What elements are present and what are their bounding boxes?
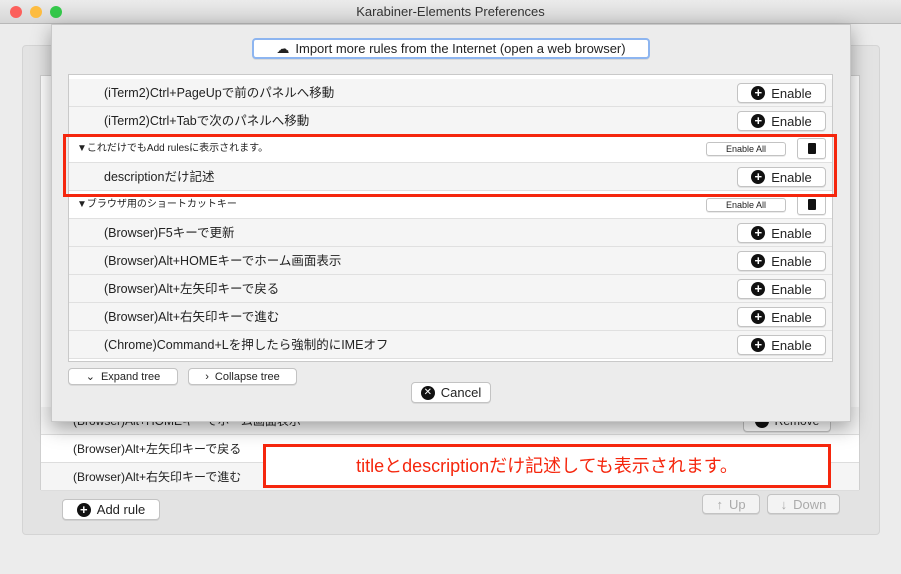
cancel-button[interactable]: ✕ Cancel — [411, 382, 491, 403]
enable-all-button[interactable]: Enable All — [706, 198, 786, 212]
plus-icon: + — [751, 114, 766, 128]
plus-icon: + — [751, 86, 766, 100]
rule-row: (Browser)Alt+左矢印キーで戻る + Enable — [69, 275, 832, 303]
enable-button[interactable]: + Enable — [737, 335, 826, 355]
rule-row: (Browser)Alt+HOMEキーでホーム画面表示 + Enable — [69, 247, 832, 275]
rule-tree: (iTerm2)Ctrl+PageUpで前のパネルへ移動 + Enable (iTer… — [68, 74, 833, 362]
enable-all-label: Enable All — [725, 200, 767, 210]
plus-icon: + — [751, 282, 766, 296]
enable-label: Enable — [771, 337, 812, 353]
enable-label: Enable — [771, 85, 812, 101]
row-label: (Browser)Alt+右矢印キーで進む — [104, 310, 280, 324]
rule-label: (Browser)Alt+右矢印キーで進む — [73, 470, 242, 484]
collapse-label: Collapse tree — [214, 370, 280, 383]
row-label: (iTerm2)Ctrl+Tabで次のパネルへ移動 — [104, 114, 310, 128]
enable-label: Enable — [771, 225, 812, 241]
rule-row: (iTerm2)Ctrl+PageUpで前のパネルへ移動 + Enable — [69, 79, 832, 107]
enable-label: Enable — [771, 253, 812, 269]
enable-label: Enable — [771, 309, 812, 325]
enable-label: Enable — [771, 281, 812, 297]
add-rule-button[interactable]: + Add rule — [62, 499, 160, 520]
annotation-highlight-box — [63, 134, 837, 197]
enable-button[interactable]: + Enable — [737, 279, 826, 299]
down-button[interactable]: ↓ Down — [767, 494, 840, 514]
up-button[interactable]: ↑ Up — [702, 494, 760, 514]
expand-tree-button[interactable]: ⌄ Expand tree — [68, 368, 178, 385]
import-label: Import more rules from the Internet (ope… — [295, 41, 626, 56]
window-title: Karabiner-Elements Preferences — [356, 4, 545, 19]
collapse-tree-button[interactable]: › Collapse tree — [188, 368, 297, 385]
cloud-download-icon: ☁ — [276, 40, 290, 56]
chevron-right-icon: › — [205, 370, 209, 383]
row-label: (Browser)Alt+HOMEキーでホーム画面表示 — [104, 254, 342, 268]
chevron-down-icon: ⌄ — [85, 371, 95, 383]
close-window-button[interactable] — [10, 6, 22, 18]
plus-icon: + — [751, 254, 766, 268]
rule-row: (Browser)Alt+右矢印キーで進む + Enable — [69, 303, 832, 331]
plus-icon: + — [751, 226, 766, 240]
trash-icon — [807, 199, 816, 210]
row-label: (Browser)F5キーで更新 — [104, 226, 235, 240]
annotation-text: titleとdescriptionだけ記述しても表示されます。 — [356, 456, 738, 476]
close-circle-icon: ✕ — [420, 385, 435, 400]
delete-group-button[interactable] — [797, 194, 826, 215]
row-label: (Chrome)Command+Lを押したら強制的にIMEオフ — [104, 338, 389, 352]
arrow-up-icon: ↑ — [716, 496, 723, 512]
enable-label: Enable — [771, 113, 812, 129]
enable-button[interactable]: + Enable — [737, 307, 826, 327]
annotation-callout: titleとdescriptionだけ記述しても表示されます。 — [263, 444, 831, 488]
plus-icon: + — [751, 310, 766, 324]
rule-label: (Browser)Alt+左矢印キーで戻る — [73, 442, 242, 456]
cancel-label: Cancel — [440, 385, 482, 400]
enable-button[interactable]: + Enable — [737, 223, 826, 243]
add-rule-label: Add rule — [96, 502, 146, 517]
row-label: (Browser)Alt+左矢印キーで戻る — [104, 282, 280, 296]
down-label: Down — [793, 496, 827, 512]
enable-button[interactable]: + Enable — [737, 83, 826, 103]
enable-button[interactable]: + Enable — [737, 251, 826, 271]
enable-button[interactable]: + Enable — [737, 111, 826, 131]
zoom-window-button[interactable] — [50, 6, 62, 18]
rule-row: (Browser)F5キーで更新 + Enable — [69, 219, 832, 247]
rule-row: (Chrome)Command+Lを押したら強制的にIMEオフ + Enable — [69, 331, 832, 359]
up-label: Up — [728, 496, 746, 512]
expand-label: Expand tree — [100, 370, 161, 383]
row-label: (iTerm2)Ctrl+PageUpで前のパネルへ移動 — [104, 86, 335, 100]
arrow-down-icon: ↓ — [780, 496, 788, 512]
plus-icon: + — [751, 338, 766, 352]
minimize-window-button[interactable] — [30, 6, 42, 18]
import-rules-button[interactable]: ☁ Import more rules from the Internet (op… — [252, 38, 650, 59]
rule-row: (iTerm2)Ctrl+Tabで次のパネルへ移動 + Enable — [69, 107, 832, 135]
title-bar: Karabiner-Elements Preferences — [0, 0, 901, 24]
plus-icon: + — [76, 502, 91, 517]
